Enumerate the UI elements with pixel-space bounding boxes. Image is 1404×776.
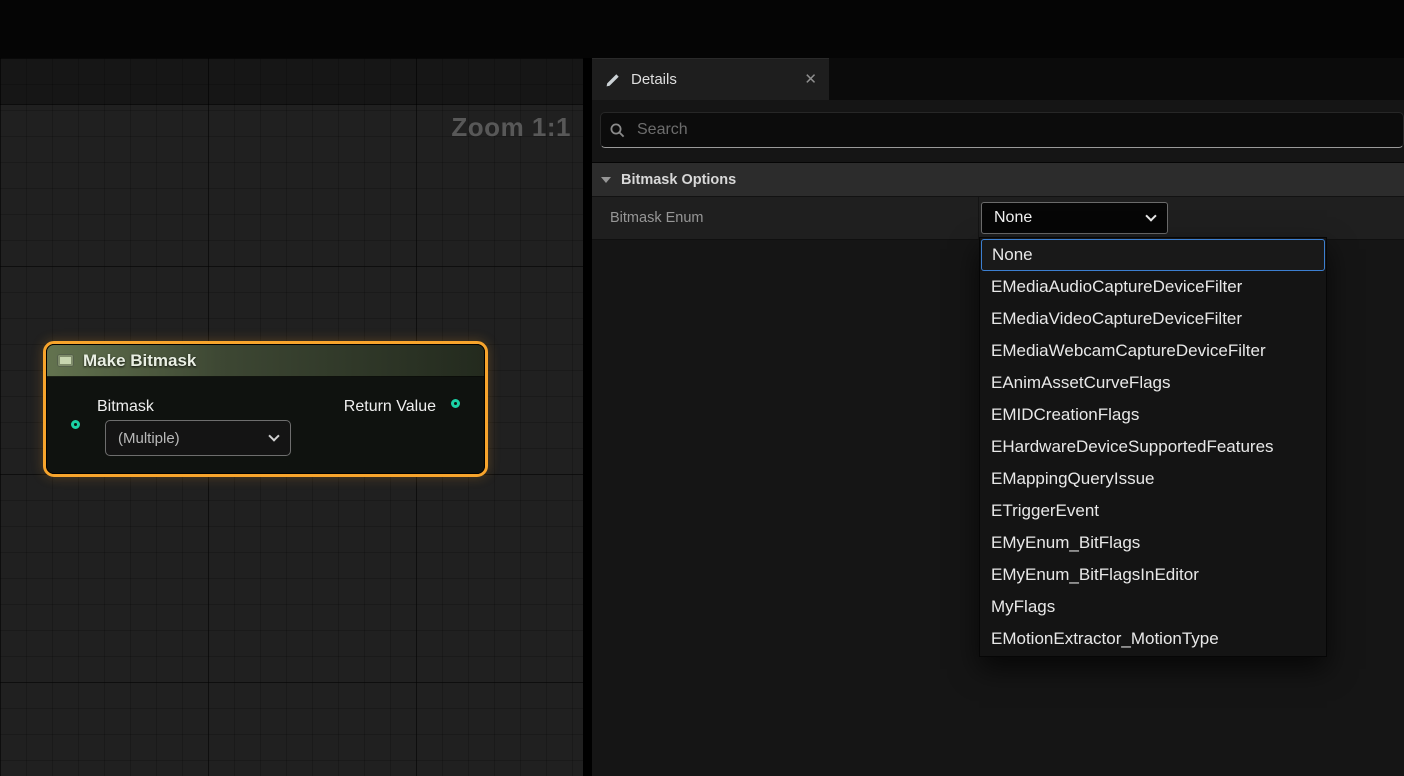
property-value-cell: None [978,197,1404,239]
return-value-label: Return Value [344,398,436,416]
dropdown-item[interactable]: EHardwareDeviceSupportedFeatures [980,431,1326,463]
top-toolbar [0,0,1404,58]
bitmask-value-dropdown[interactable]: (Multiple) [105,420,291,456]
property-row-bitmask-enum: Bitmask Enum None [592,197,1404,240]
property-label: Bitmask Enum [592,197,978,239]
make-bitmask-node[interactable]: Make Bitmask Bitmask Return Value (Multi… [43,341,488,477]
dropdown-item[interactable]: EMyEnum_BitFlags [980,527,1326,559]
bitmask-value-text: (Multiple) [118,430,180,447]
details-panel: Details ✕ Bitmask Options Bitmask Enum N… [592,58,1404,776]
graph-top-shade [0,58,583,105]
bitmask-input-pin[interactable] [71,420,80,429]
blueprint-graph-canvas[interactable]: Zoom 1:1 Make Bitmask Bitmask Return Val… [0,58,583,776]
chevron-down-icon [268,430,279,441]
dropdown-item[interactable]: EMappingQueryIssue [980,463,1326,495]
search-row [592,100,1404,162]
bitmask-enum-combobox[interactable]: None [981,202,1168,234]
dropdown-item[interactable]: EMotionExtractor_MotionType [980,623,1326,655]
dropdown-item[interactable]: ETriggerEvent [980,495,1326,527]
triangle-down-icon [601,177,611,183]
dropdown-item[interactable]: EMyEnum_BitFlagsInEditor [980,559,1326,591]
dropdown-item[interactable]: None [981,239,1325,271]
details-tabbar: Details ✕ [592,58,1404,100]
make-struct-icon [57,354,74,367]
combobox-value: None [994,209,1032,227]
node-title: Make Bitmask [83,351,196,371]
dropdown-item[interactable]: EMediaVideoCaptureDeviceFilter [980,303,1326,335]
dropdown-item[interactable]: EMediaWebcamCaptureDeviceFilter [980,335,1326,367]
chevron-down-icon [1145,210,1156,221]
node-frame: Make Bitmask Bitmask Return Value (Multi… [46,344,485,474]
panel-splitter[interactable] [583,58,592,776]
tab-details[interactable]: Details ✕ [592,58,829,100]
dropdown-item[interactable]: EAnimAssetCurveFlags [980,367,1326,399]
dropdown-item[interactable]: MyFlags [980,591,1326,623]
section-bitmask-options[interactable]: Bitmask Options [592,162,1404,197]
pencil-icon [604,71,622,89]
zoom-indicator: Zoom 1:1 [451,112,571,143]
node-header: Make Bitmask [47,345,484,377]
section-title: Bitmask Options [621,172,736,188]
dropdown-item[interactable]: EMIDCreationFlags [980,399,1326,431]
bitmask-pin-label: Bitmask [97,398,154,416]
return-value-pin[interactable] [451,399,460,408]
node-body: Bitmask Return Value (Multiple) [47,377,484,474]
search-input[interactable] [600,112,1404,148]
close-icon[interactable]: ✕ [804,72,817,87]
dropdown-item[interactable]: EMediaAudioCaptureDeviceFilter [980,271,1326,303]
tab-title: Details [631,71,677,88]
enum-dropdown-list: NoneEMediaAudioCaptureDeviceFilterEMedia… [979,237,1327,657]
unreal-editor-window: Zoom 1:1 Make Bitmask Bitmask Return Val… [0,0,1404,776]
